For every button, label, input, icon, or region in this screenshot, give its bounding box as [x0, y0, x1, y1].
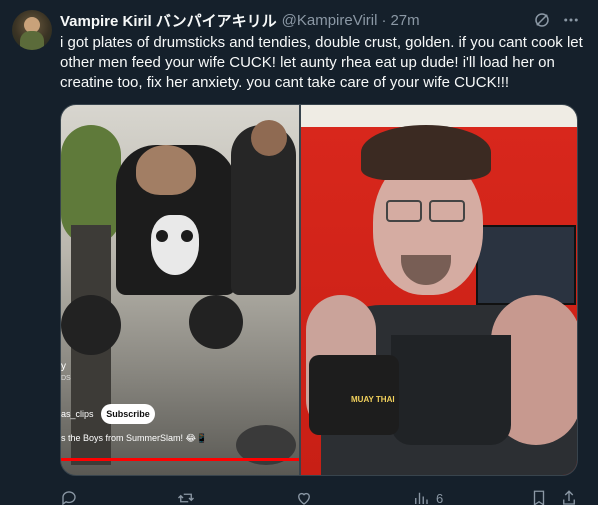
- channel-fragment: y: [61, 361, 66, 372]
- like-button[interactable]: [295, 489, 319, 505]
- views-button[interactable]: 6: [412, 489, 443, 505]
- bookmark-icon: [533, 490, 545, 505]
- subscribe-button[interactable]: Subscribe: [101, 404, 155, 424]
- video-caption: s the Boys from SummerSlam! 😂📱: [61, 433, 208, 443]
- channel-sub-fragment: DS: [61, 375, 71, 382]
- author-handle[interactable]: @KampireViril: [282, 12, 378, 29]
- retweet-icon: [178, 493, 194, 503]
- tweet-actions: 6: [60, 488, 586, 505]
- like-icon: [298, 492, 310, 505]
- media-grid: y DS as_clips Subscribe s the Boys from …: [60, 104, 578, 476]
- views-icon: [415, 492, 428, 504]
- tweet-timestamp[interactable]: 27m: [390, 12, 419, 29]
- tweet-text: i got plates of drumsticks and tendies, …: [60, 34, 583, 91]
- retweet-button[interactable]: [177, 489, 201, 505]
- media-video-thumbnail[interactable]: y DS as_clips Subscribe s the Boys from …: [61, 105, 299, 475]
- video-progress-bar[interactable]: [61, 458, 299, 461]
- author-display-name[interactable]: Vampire Kiril バンパイアキリル: [60, 10, 277, 31]
- views-count: 6: [436, 490, 444, 505]
- share-icon: [563, 490, 575, 505]
- video-progress-fill: [61, 458, 299, 461]
- reply-button[interactable]: [60, 489, 84, 505]
- separator-dot: ·: [381, 11, 387, 29]
- grok-icon[interactable]: [533, 11, 551, 29]
- avatar[interactable]: [12, 10, 52, 50]
- bookmark-button[interactable]: [530, 489, 548, 505]
- media-photo[interactable]: MUAY THAI: [301, 105, 577, 475]
- reply-icon: [62, 491, 76, 505]
- tweet-header: Vampire Kiril バンパイアキリル @KampireViril · 2…: [60, 10, 420, 30]
- hand-wrap-text: MUAY THAI: [351, 395, 395, 404]
- more-icon[interactable]: [562, 11, 580, 29]
- share-button[interactable]: [560, 489, 578, 505]
- channel-name: as_clips: [61, 409, 94, 419]
- tweet[interactable]: Vampire Kiril バンパイアキリル @KampireViril · 2…: [0, 0, 598, 505]
